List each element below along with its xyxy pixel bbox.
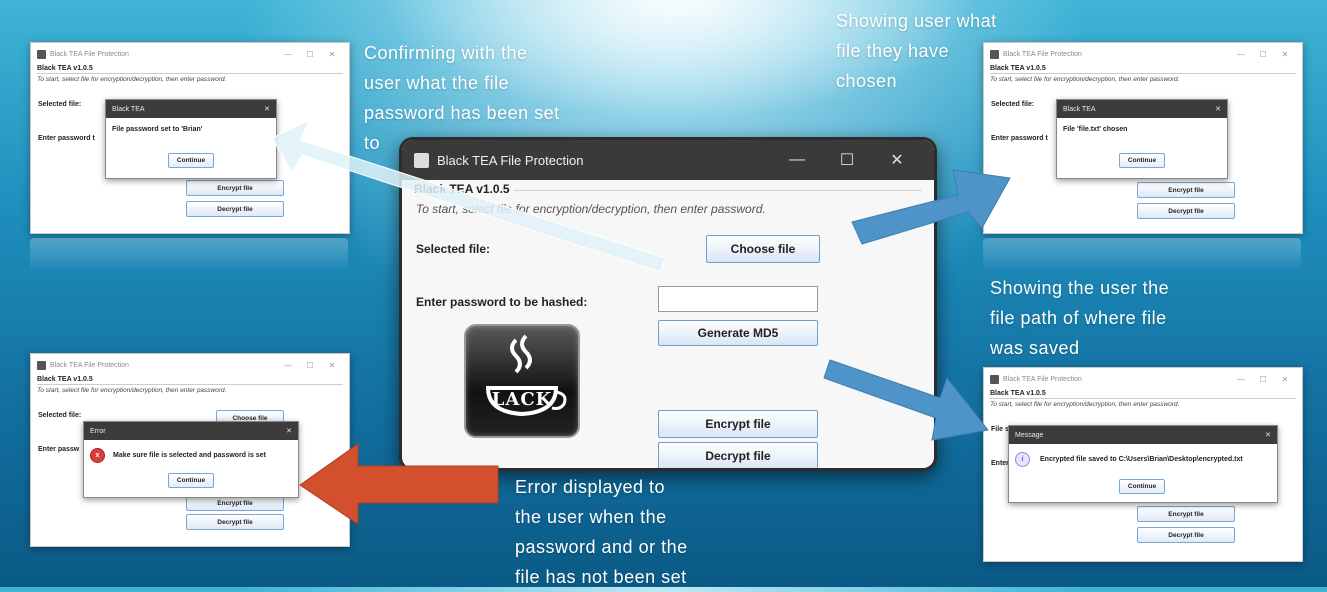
caption-password-set: Confirming with the user what the file p… bbox=[364, 38, 560, 158]
caption-error: Error displayed to the user when the pas… bbox=[515, 472, 688, 592]
caption-line: the user when the bbox=[515, 507, 667, 527]
caption-line: file path of where file bbox=[990, 308, 1167, 328]
caption-line: Error displayed to bbox=[515, 477, 666, 497]
caption-line: Showing user what bbox=[836, 11, 997, 31]
caption-line: file has not been set bbox=[515, 567, 687, 587]
caption-line: Showing the user the bbox=[990, 278, 1170, 298]
caption-line: Confirming with the bbox=[364, 43, 528, 63]
caption-file-chosen: Showing user what file they have chosen bbox=[836, 6, 997, 96]
caption-line: password and or the bbox=[515, 537, 688, 557]
caption-line: chosen bbox=[836, 71, 898, 91]
caption-line: file they have bbox=[836, 41, 950, 61]
blue-arrow-bottom-right bbox=[823, 359, 989, 441]
caption-line: user what the file bbox=[364, 73, 510, 93]
caption-line: password has been set bbox=[364, 103, 560, 123]
caption-file-saved: Showing the user the file path of where … bbox=[990, 273, 1169, 363]
blue-arrow-top-right bbox=[851, 169, 1011, 245]
red-arrow-bottom-left bbox=[299, 443, 499, 525]
caption-line: to bbox=[364, 133, 381, 153]
caption-line: was saved bbox=[990, 338, 1080, 358]
